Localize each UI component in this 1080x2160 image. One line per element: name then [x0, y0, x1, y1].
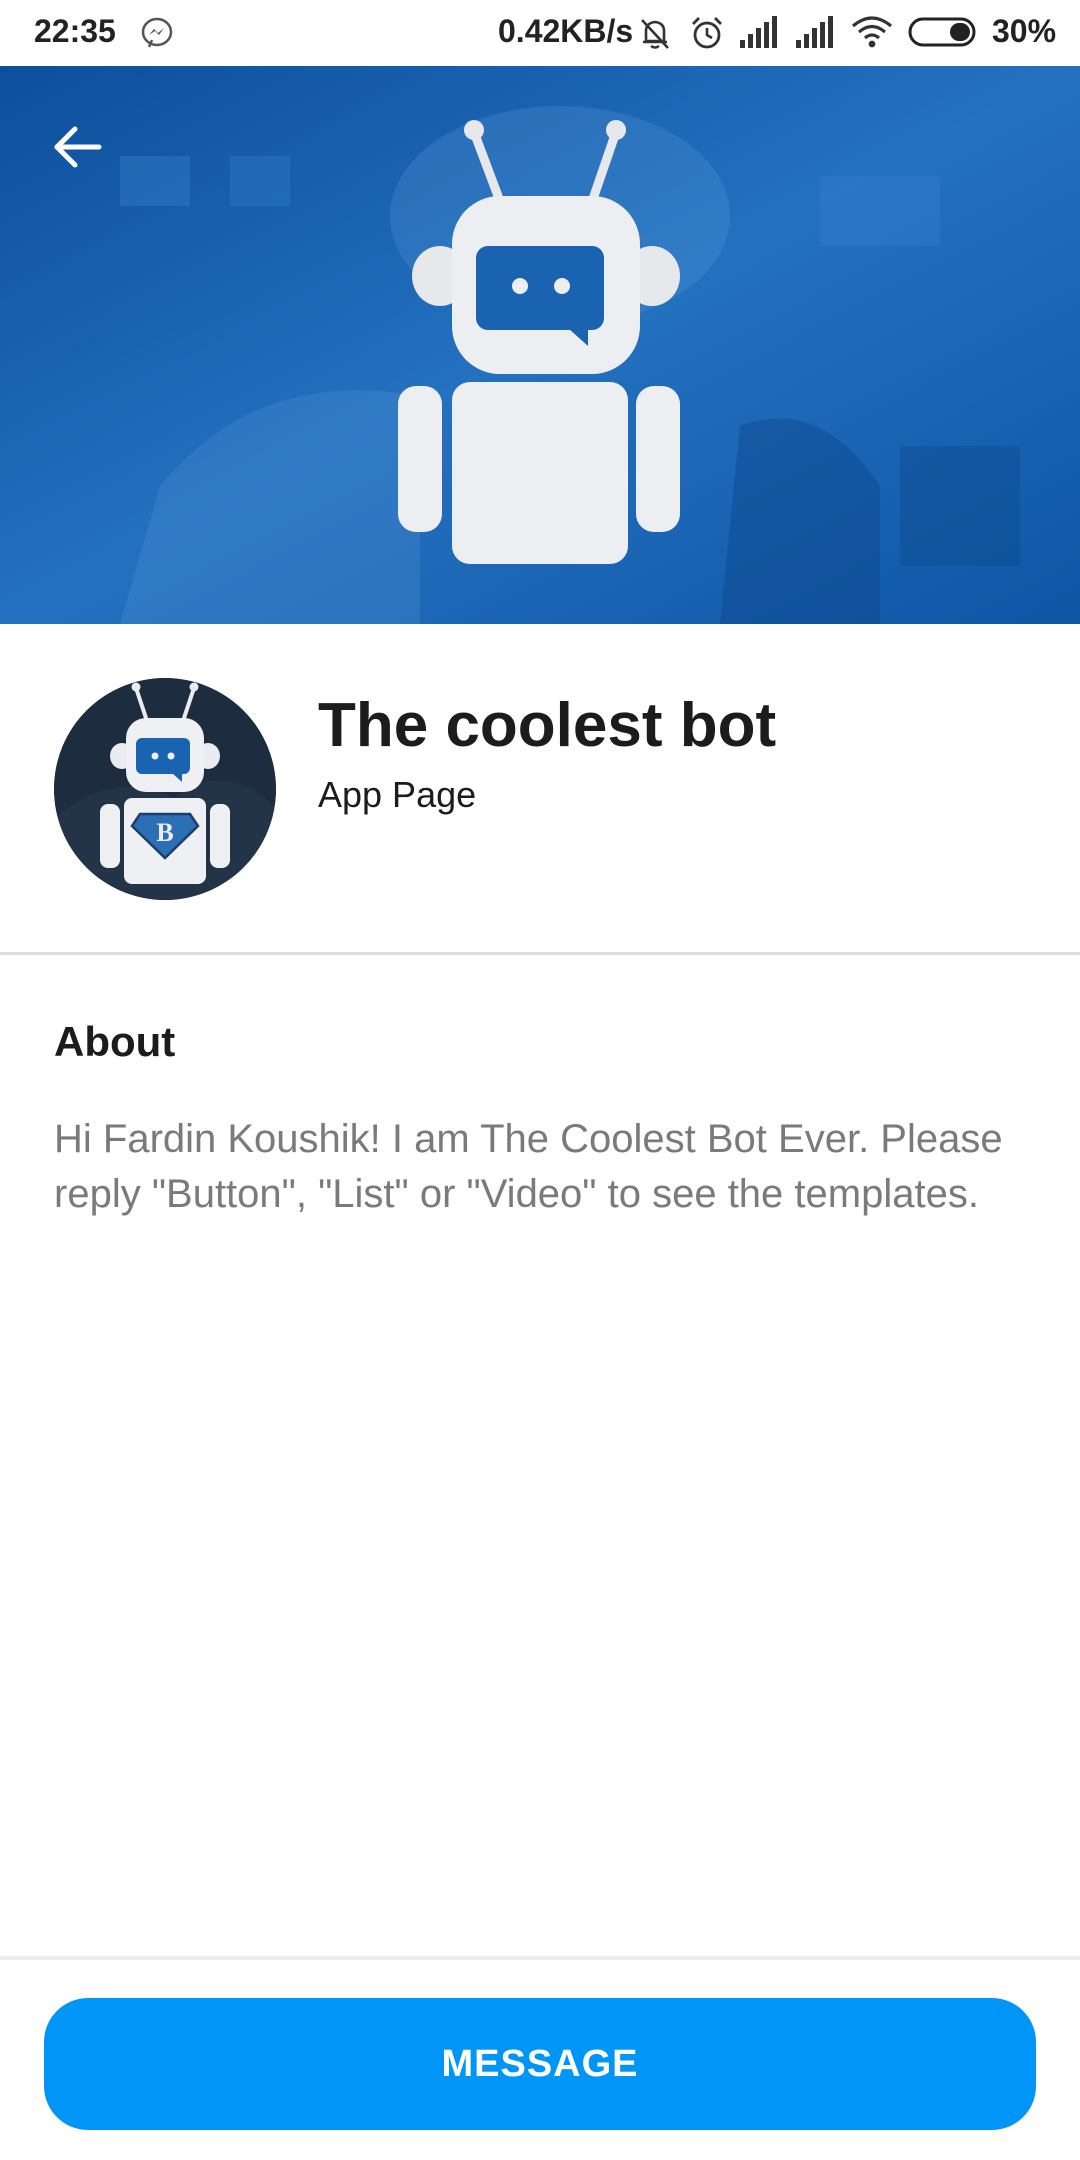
mute-icon	[636, 14, 674, 60]
message-button[interactable]: MESSAGE	[44, 1998, 1036, 2130]
back-button[interactable]	[40, 110, 114, 184]
status-bar: 22:35 0.42KB/s 30%	[0, 0, 1080, 66]
network-speed: 0.42KB/s	[498, 13, 634, 49]
battery-icon	[908, 16, 978, 56]
avatar[interactable]: B	[54, 678, 276, 900]
signal-icon	[738, 14, 782, 58]
about-heading: About	[54, 1018, 176, 1065]
battery-percent: 30%	[992, 13, 1057, 49]
page-category: App Page	[318, 774, 477, 815]
alarm-icon	[688, 14, 726, 60]
bot-profile-screen: 22:35 0.42KB/s 30% B The coolest bot App…	[0, 0, 1080, 2160]
profile-header: B The coolest bot App Page	[0, 624, 1080, 952]
signal-icon	[794, 14, 838, 58]
wifi-icon	[850, 14, 894, 58]
status-time: 22:35	[34, 13, 116, 49]
svg-text:B: B	[156, 818, 173, 847]
cover-image	[0, 66, 1080, 624]
about-description: Hi Fardin Koushik! I am The Coolest Bot …	[54, 1117, 1003, 1216]
messenger-icon	[140, 16, 174, 58]
divider	[0, 952, 1080, 955]
page-title: The coolest bot	[318, 691, 777, 760]
bottom-bar: MESSAGE	[0, 1956, 1080, 2160]
back-arrow-icon	[51, 124, 103, 170]
